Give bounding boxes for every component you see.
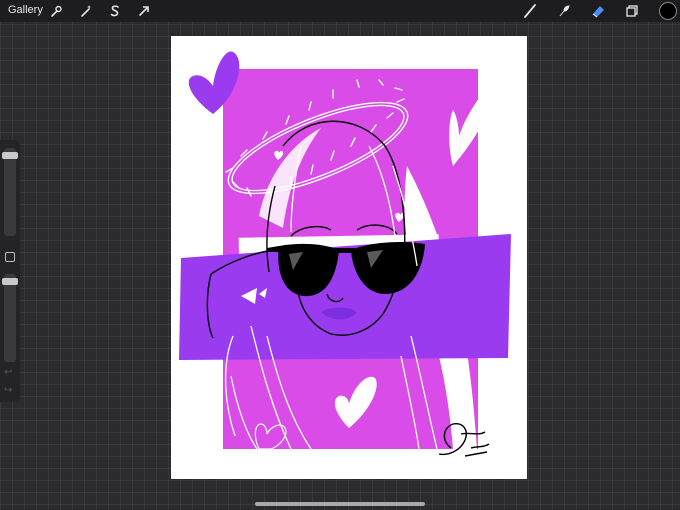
brush-size-slider[interactable] bbox=[4, 148, 16, 236]
redo-icon[interactable]: ↪ bbox=[4, 386, 16, 396]
gallery-button[interactable]: Gallery bbox=[8, 4, 43, 16]
artwork-canvas[interactable] bbox=[171, 36, 527, 479]
smudge-icon[interactable] bbox=[556, 3, 572, 19]
selection-s-icon[interactable] bbox=[107, 3, 123, 19]
magic-wand-icon[interactable] bbox=[78, 3, 94, 19]
top-toolbar: Gallery bbox=[0, 0, 680, 22]
transform-arrow-icon[interactable] bbox=[136, 3, 152, 19]
layers-icon[interactable] bbox=[624, 3, 640, 19]
opacity-slider[interactable] bbox=[4, 274, 16, 362]
undo-icon[interactable]: ↩ bbox=[4, 368, 16, 378]
opacity-thumb[interactable] bbox=[2, 278, 18, 285]
brush-icon[interactable] bbox=[522, 3, 538, 19]
eraser-icon[interactable] bbox=[590, 3, 606, 19]
modify-button[interactable] bbox=[5, 252, 15, 262]
brush-size-thumb[interactable] bbox=[2, 152, 18, 159]
wrench-icon[interactable] bbox=[48, 3, 64, 19]
home-indicator[interactable] bbox=[255, 502, 425, 506]
left-sidebar: ↩ ↪ bbox=[0, 140, 20, 402]
color-swatch[interactable] bbox=[659, 2, 677, 20]
